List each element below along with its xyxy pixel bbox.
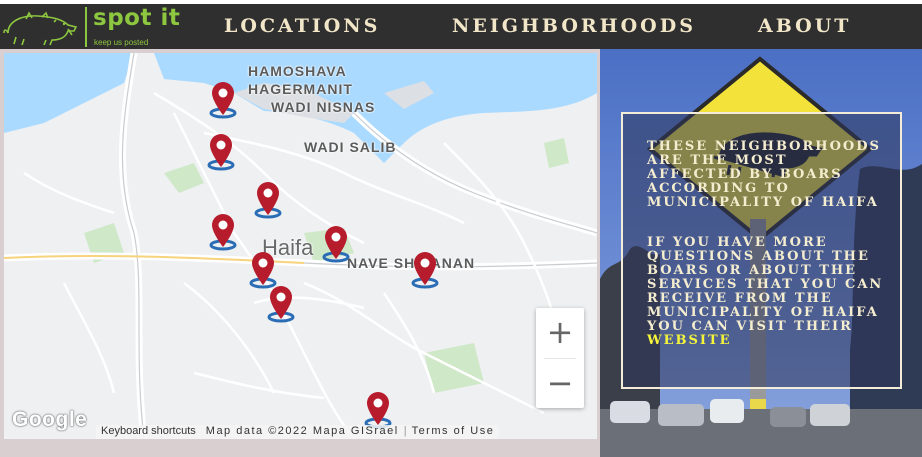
map-pin-icon[interactable] xyxy=(362,389,394,429)
brand-logo[interactable]: spot it keep us posted xyxy=(0,4,190,49)
keyboard-shortcuts-link[interactable]: Keyboard shortcuts xyxy=(96,425,201,437)
terms-of-use-link[interactable]: Terms of Use xyxy=(407,425,500,437)
info-contact-body: If you have more questions about the boa… xyxy=(647,235,884,334)
map-pin-icon[interactable] xyxy=(252,179,284,219)
map-pin-icon[interactable] xyxy=(205,131,237,171)
map-pin-icon[interactable] xyxy=(207,79,239,119)
info-contact-text: If you have more questions about the boa… xyxy=(647,236,887,348)
place-label-hamoshava: HAMOSHAVA xyxy=(248,63,347,79)
map-pin-icon[interactable] xyxy=(320,223,352,263)
brand-title: spot it xyxy=(93,5,181,31)
map-frame: HAMOSHAVA HAGERMANIT WADI NISNAS WADI SA… xyxy=(0,49,600,457)
map-data-text: Map data ©2022 Mapa GISrael xyxy=(205,425,399,437)
zoom-in-button[interactable]: + xyxy=(536,308,584,357)
map-pin-icon[interactable] xyxy=(265,283,297,323)
website-link[interactable]: website xyxy=(647,333,732,348)
brand-tagline: keep us posted xyxy=(94,38,149,47)
top-nav-bar: spot it keep us posted LOCATIONS NEIGHBO… xyxy=(0,4,922,49)
nav-link-about[interactable]: ABOUT xyxy=(758,15,851,37)
map-pin-icon[interactable] xyxy=(207,211,239,251)
place-label-hagermanit: HAGERMANIT xyxy=(248,81,353,97)
place-label-wadi-nisnas: WADI NISNAS xyxy=(271,99,376,115)
info-panel: These neighborhoods are the most affecte… xyxy=(621,112,902,389)
google-map[interactable]: HAMOSHAVA HAGERMANIT WADI NISNAS WADI SA… xyxy=(4,53,597,439)
logo-divider xyxy=(85,7,87,47)
place-label-wadi-salib: WADI SALIB xyxy=(304,139,397,155)
nav-link-neighborhoods[interactable]: NEIGHBORHOODS xyxy=(452,15,696,37)
zoom-control: + − xyxy=(536,308,584,408)
map-attribution: Keyboard shortcuts Map data ©2022 Mapa GI… xyxy=(96,425,500,439)
zoom-out-button[interactable]: − xyxy=(536,359,584,408)
google-logo[interactable]: Google xyxy=(12,408,87,432)
info-affected-text: These neighborhoods are the most affecte… xyxy=(647,139,881,210)
boar-logo-icon xyxy=(3,11,78,46)
map-pin-icon[interactable] xyxy=(409,249,441,289)
nav-link-locations[interactable]: LOCATIONS xyxy=(224,15,380,37)
